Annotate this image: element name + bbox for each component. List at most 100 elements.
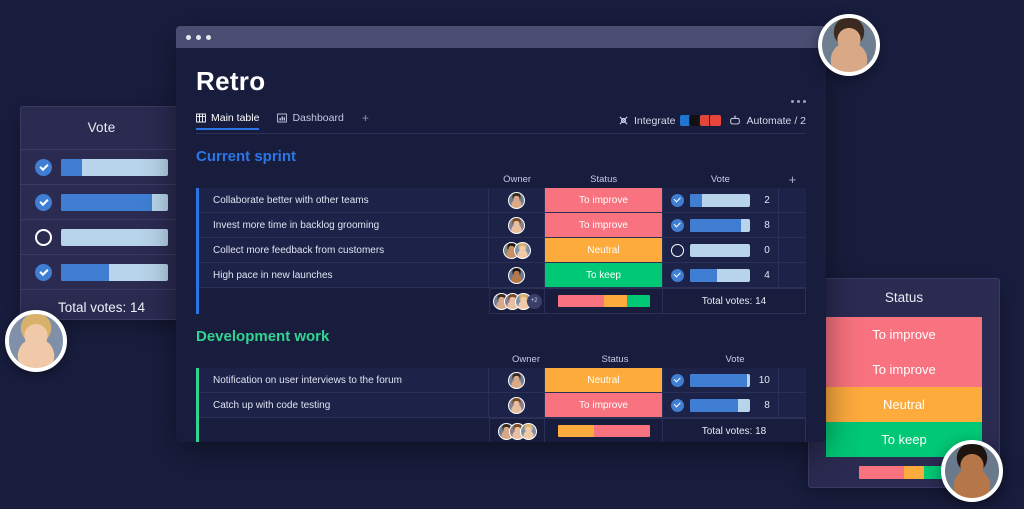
group-table: Notification on user interviews to the f… bbox=[196, 368, 806, 442]
column-header-owner[interactable]: Owner bbox=[497, 354, 555, 365]
vote-checked-icon[interactable] bbox=[670, 218, 684, 232]
add-column-button[interactable]: + bbox=[779, 172, 806, 187]
table-row[interactable]: Collect more feedback from customers Neut… bbox=[199, 238, 806, 263]
row-vote-cell[interactable]: 4 bbox=[661, 263, 779, 287]
row-end-cell bbox=[779, 188, 806, 212]
summary-spacer bbox=[199, 418, 489, 442]
row-status-cell[interactable]: Neutral bbox=[545, 368, 662, 392]
status-segment bbox=[557, 425, 595, 437]
row-owner-cell[interactable] bbox=[489, 263, 546, 287]
summary-spacer bbox=[199, 288, 489, 314]
vote-checked-icon[interactable] bbox=[670, 373, 684, 387]
summary-owner-cell: +2 bbox=[488, 288, 546, 314]
column-header-status[interactable]: Status bbox=[555, 354, 675, 365]
kebab-menu-icon[interactable] bbox=[791, 100, 806, 103]
row-owner-cell[interactable] bbox=[489, 213, 546, 237]
row-owner-cell[interactable] bbox=[489, 188, 546, 212]
table-icon bbox=[196, 113, 206, 123]
board-content: Retro Main table Dashboard + Integrate A… bbox=[176, 48, 826, 442]
vote-panel-row[interactable] bbox=[21, 219, 182, 254]
close-dot-icon[interactable] bbox=[186, 34, 191, 40]
window-titlebar bbox=[176, 26, 826, 48]
board-toolbar: Integrate Automate / 2 bbox=[618, 114, 806, 127]
maximize-dot-icon[interactable] bbox=[206, 34, 211, 40]
row-owner-cell[interactable] bbox=[489, 393, 546, 417]
row-status-cell[interactable]: To improve bbox=[545, 393, 662, 417]
status-panel-chip[interactable]: To improve bbox=[826, 352, 982, 387]
row-name-cell[interactable]: Catch up with code testing bbox=[199, 393, 489, 417]
minimize-dot-icon[interactable] bbox=[196, 34, 201, 40]
vote-summary-panel: Vote Total votes: 14 bbox=[20, 106, 183, 320]
screenshot-root: Vote Total votes: 14 Status To improve To… bbox=[0, 0, 1024, 509]
summary-total-votes: Total votes: 18 bbox=[662, 418, 806, 442]
row-name-cell[interactable]: High pace in new launches bbox=[199, 263, 489, 287]
row-vote-cell[interactable]: 2 bbox=[661, 188, 779, 212]
table-row[interactable]: High pace in new launches To keep 4 bbox=[199, 263, 806, 288]
vote-unchecked-icon[interactable] bbox=[35, 228, 52, 246]
column-header-owner[interactable]: Owner bbox=[489, 174, 545, 185]
tab-dashboard-label: Dashboard bbox=[292, 112, 344, 124]
status-distribution-bar bbox=[557, 295, 650, 307]
integrate-icon bbox=[619, 116, 628, 125]
row-name-cell[interactable]: Collect more feedback from customers bbox=[199, 238, 489, 262]
status-distribution-bar bbox=[859, 465, 949, 479]
row-name-cell[interactable]: Invest more time in backlog grooming bbox=[199, 213, 489, 237]
table-row[interactable]: Collaborate better with other teams To im… bbox=[199, 188, 806, 213]
status-segment bbox=[626, 295, 650, 307]
row-end-cell bbox=[779, 368, 806, 392]
row-status-cell[interactable]: To keep bbox=[545, 263, 662, 287]
status-segment bbox=[859, 465, 904, 479]
status-segment bbox=[594, 425, 650, 437]
avatar bbox=[508, 191, 526, 209]
vote-checked-icon[interactable] bbox=[35, 263, 52, 281]
row-vote-cell[interactable]: 8 bbox=[661, 213, 779, 237]
row-status-cell[interactable]: To improve bbox=[545, 213, 662, 237]
table-row[interactable]: Invest more time in backlog grooming To i… bbox=[199, 213, 806, 238]
row-end-cell bbox=[779, 238, 806, 262]
row-vote-cell[interactable]: 10 bbox=[661, 368, 779, 392]
vote-panel-row[interactable] bbox=[21, 254, 182, 289]
integration-app-icons[interactable] bbox=[679, 114, 723, 127]
vote-progress-bar bbox=[61, 228, 168, 246]
tab-main-table[interactable]: Main table bbox=[196, 112, 259, 130]
integration-app-icon[interactable] bbox=[709, 114, 723, 127]
column-header-vote[interactable]: Vote bbox=[662, 174, 779, 185]
vote-progress-bar bbox=[689, 398, 750, 412]
row-vote-cell[interactable]: 8 bbox=[661, 393, 779, 417]
vote-unchecked-icon[interactable] bbox=[670, 243, 684, 257]
vote-count: 4 bbox=[764, 269, 770, 281]
row-status-cell[interactable]: Neutral bbox=[545, 238, 662, 262]
row-name-cell[interactable]: Collaborate better with other teams bbox=[199, 188, 489, 212]
column-header-status[interactable]: Status bbox=[545, 174, 662, 185]
vote-checked-icon[interactable] bbox=[670, 268, 684, 282]
row-name-cell[interactable]: Notification on user interviews to the f… bbox=[199, 368, 489, 392]
vote-checked-icon[interactable] bbox=[670, 193, 684, 207]
vote-checked-icon[interactable] bbox=[35, 158, 52, 176]
board-groups: Current sprint Owner Status Vote + Collaborat… bbox=[196, 148, 806, 442]
row-owner-cell[interactable] bbox=[489, 368, 546, 392]
vote-checked-icon[interactable] bbox=[35, 193, 52, 211]
status-distribution-bar bbox=[557, 425, 650, 437]
vote-checked-icon[interactable] bbox=[670, 398, 684, 412]
status-panel-chip[interactable]: Neutral bbox=[826, 387, 982, 422]
row-vote-cell[interactable]: 0 bbox=[661, 238, 779, 262]
add-tab-button[interactable]: + bbox=[362, 111, 369, 131]
kebab-dot-1-icon bbox=[791, 100, 794, 103]
row-owner-cell[interactable] bbox=[489, 238, 546, 262]
vote-progress-bar bbox=[689, 193, 750, 207]
group-title[interactable]: Development work bbox=[196, 328, 806, 345]
row-status-cell[interactable]: To improve bbox=[545, 188, 662, 212]
automate-button[interactable]: Automate / 2 bbox=[729, 115, 806, 127]
table-row[interactable]: Notification on user interviews to the f… bbox=[199, 368, 806, 393]
vote-panel-row[interactable] bbox=[21, 184, 182, 219]
kebab-dot-2-icon bbox=[797, 100, 800, 103]
column-header-vote[interactable]: Vote bbox=[675, 354, 795, 365]
column-headers: Owner Status Vote bbox=[196, 350, 806, 368]
group-title[interactable]: Current sprint bbox=[196, 148, 806, 165]
status-panel-chip[interactable]: To improve bbox=[826, 317, 982, 352]
integrate-button[interactable]: Integrate bbox=[618, 115, 675, 127]
tab-dashboard[interactable]: Dashboard bbox=[277, 112, 344, 130]
vote-panel-row[interactable] bbox=[21, 149, 182, 184]
vote-count: 2 bbox=[764, 194, 770, 206]
table-row[interactable]: Catch up with code testing To improve 8 bbox=[199, 393, 806, 418]
